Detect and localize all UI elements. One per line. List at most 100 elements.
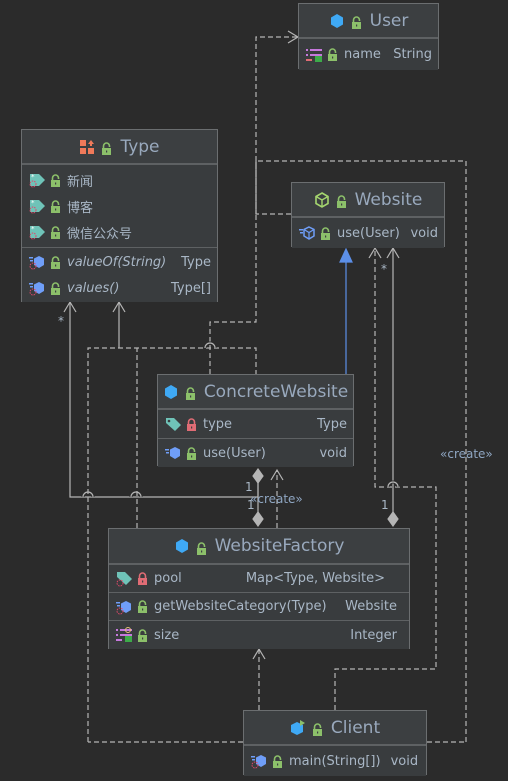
lock-public-icon bbox=[50, 199, 61, 213]
composition-diamond-bottom bbox=[252, 510, 264, 528]
enum-constant-icon: * bbox=[28, 198, 46, 214]
class-header: ConcreteWebsite bbox=[158, 375, 353, 409]
field-row[interactable]: pool Map<Type, Website> bbox=[109, 565, 409, 592]
field-type: String bbox=[393, 47, 432, 62]
lock-public-icon bbox=[320, 226, 331, 240]
static-method-icon bbox=[115, 599, 133, 615]
multiplicity-website: * bbox=[381, 262, 387, 276]
class-title: Website bbox=[354, 189, 423, 210]
method-return-type: void bbox=[390, 753, 419, 769]
lock-public-icon bbox=[272, 754, 283, 768]
lock-public-icon bbox=[196, 540, 207, 555]
fields-section: name String bbox=[299, 38, 438, 70]
method-row[interactable]: use(User) void bbox=[158, 439, 353, 467]
method-row[interactable]: values() Type[] bbox=[22, 275, 217, 301]
static-field-icon bbox=[115, 571, 133, 587]
class-title: Type bbox=[120, 136, 160, 157]
enum-constant-icon: * bbox=[28, 224, 46, 240]
property-row[interactable]: size Integer bbox=[109, 621, 409, 649]
property-type: Integer bbox=[350, 627, 397, 643]
svg-text:*: * bbox=[31, 199, 35, 207]
property-icon bbox=[305, 47, 323, 63]
constant-name: 微信公众号 bbox=[67, 226, 133, 242]
lock-public-icon bbox=[351, 14, 362, 29]
enum-icon bbox=[79, 139, 97, 155]
field-name: name bbox=[344, 47, 381, 62]
property-icon bbox=[115, 627, 133, 643]
static-method-icon bbox=[28, 280, 46, 296]
svg-text:*: * bbox=[31, 225, 35, 233]
interface-icon bbox=[314, 191, 332, 208]
create-label-1: «create» bbox=[250, 492, 303, 506]
lock-public-icon bbox=[50, 225, 61, 239]
methods-section: main(String[]) void bbox=[244, 745, 426, 776]
field-name: type bbox=[203, 416, 233, 432]
lock-public-icon bbox=[185, 385, 196, 400]
method-return-type: Type bbox=[181, 254, 211, 270]
method-row[interactable]: valueOf(String) Type bbox=[22, 249, 217, 275]
class-title: ConcreteWebsite bbox=[203, 381, 349, 402]
methods-section: valueOf(String) Type values() Type[] bbox=[22, 247, 217, 302]
properties-section: size Integer bbox=[109, 620, 409, 649]
lock-public-icon bbox=[186, 446, 197, 460]
class-user[interactable]: User name String bbox=[298, 3, 439, 70]
class-title: WebsiteFactory bbox=[214, 536, 345, 556]
composition-diamond-factory bbox=[387, 510, 399, 528]
constants-section: * 新闻 * 博客 * 微信公众号 bbox=[22, 164, 217, 247]
method-name: use(User) bbox=[203, 445, 266, 461]
lock-public-icon bbox=[137, 628, 148, 642]
class-header: Type bbox=[22, 130, 217, 164]
class-title: User bbox=[369, 10, 409, 31]
fields-section: pool Map<Type, Website> bbox=[109, 564, 409, 592]
method-row[interactable]: use(User) void bbox=[292, 218, 444, 248]
method-return-type: Website bbox=[345, 599, 397, 614]
field-type: Type bbox=[317, 416, 347, 432]
field-row[interactable]: type Type bbox=[158, 410, 353, 438]
static-method-icon bbox=[28, 254, 46, 270]
class-header: Website bbox=[292, 183, 444, 217]
method-row[interactable]: getWebsiteCategory(Type) Website bbox=[109, 593, 409, 620]
static-method-icon bbox=[250, 753, 268, 769]
lock-public-icon bbox=[137, 600, 148, 613]
realization-arrowhead bbox=[339, 247, 353, 263]
composition-diamond-top bbox=[252, 467, 264, 485]
lock-private-icon bbox=[137, 572, 148, 585]
svg-text:*: * bbox=[31, 173, 35, 181]
field-row[interactable]: name String bbox=[299, 39, 438, 70]
property-name: size bbox=[154, 627, 180, 643]
method-return-type: void bbox=[410, 225, 438, 241]
methods-section: use(User) void bbox=[292, 217, 444, 248]
method-icon bbox=[164, 445, 182, 461]
method-name: main(String[]) bbox=[289, 753, 381, 769]
method-return-type: Type[] bbox=[170, 280, 211, 296]
lock-public-icon bbox=[50, 173, 61, 187]
class-client[interactable]: Client main(String[]) void bbox=[243, 710, 427, 776]
lock-public-icon bbox=[101, 140, 112, 155]
constant-name: 新闻 bbox=[67, 174, 94, 190]
class-icon bbox=[174, 538, 192, 554]
class-website-factory[interactable]: WebsiteFactory pool Map<Type, Website> g… bbox=[108, 528, 410, 649]
method-name: valueOf(String) bbox=[67, 254, 167, 270]
method-name: values() bbox=[67, 280, 120, 296]
enum-constant-row[interactable]: * 微信公众号 bbox=[22, 219, 217, 245]
class-website[interactable]: Website use(User) void bbox=[291, 182, 445, 248]
enum-constant-row[interactable]: * 博客 bbox=[22, 193, 217, 219]
class-header: WebsiteFactory bbox=[109, 529, 409, 564]
methods-section: use(User) void bbox=[158, 438, 353, 467]
class-header: Client bbox=[244, 711, 426, 745]
method-return-type: void bbox=[319, 445, 347, 461]
lock-public-icon bbox=[312, 721, 323, 736]
class-concrete-website[interactable]: ConcreteWebsite type Type use(User) void bbox=[157, 374, 354, 467]
class-header: User bbox=[299, 4, 438, 38]
method-row[interactable]: main(String[]) void bbox=[244, 746, 426, 776]
constant-name: 博客 bbox=[67, 200, 94, 216]
multiplicity-factory: 1 bbox=[381, 498, 389, 512]
field-icon bbox=[164, 416, 182, 432]
field-type: Map<Type, Website> bbox=[245, 571, 385, 586]
main-class-icon bbox=[290, 719, 308, 736]
enum-constant-row[interactable]: * 新闻 bbox=[22, 167, 217, 193]
fields-section: type Type bbox=[158, 409, 353, 438]
class-type[interactable]: Type * 新闻 * 博客 * 微信公众号 valueOf(String) T… bbox=[21, 129, 218, 302]
lock-private-icon bbox=[186, 417, 197, 431]
class-icon bbox=[329, 13, 347, 29]
